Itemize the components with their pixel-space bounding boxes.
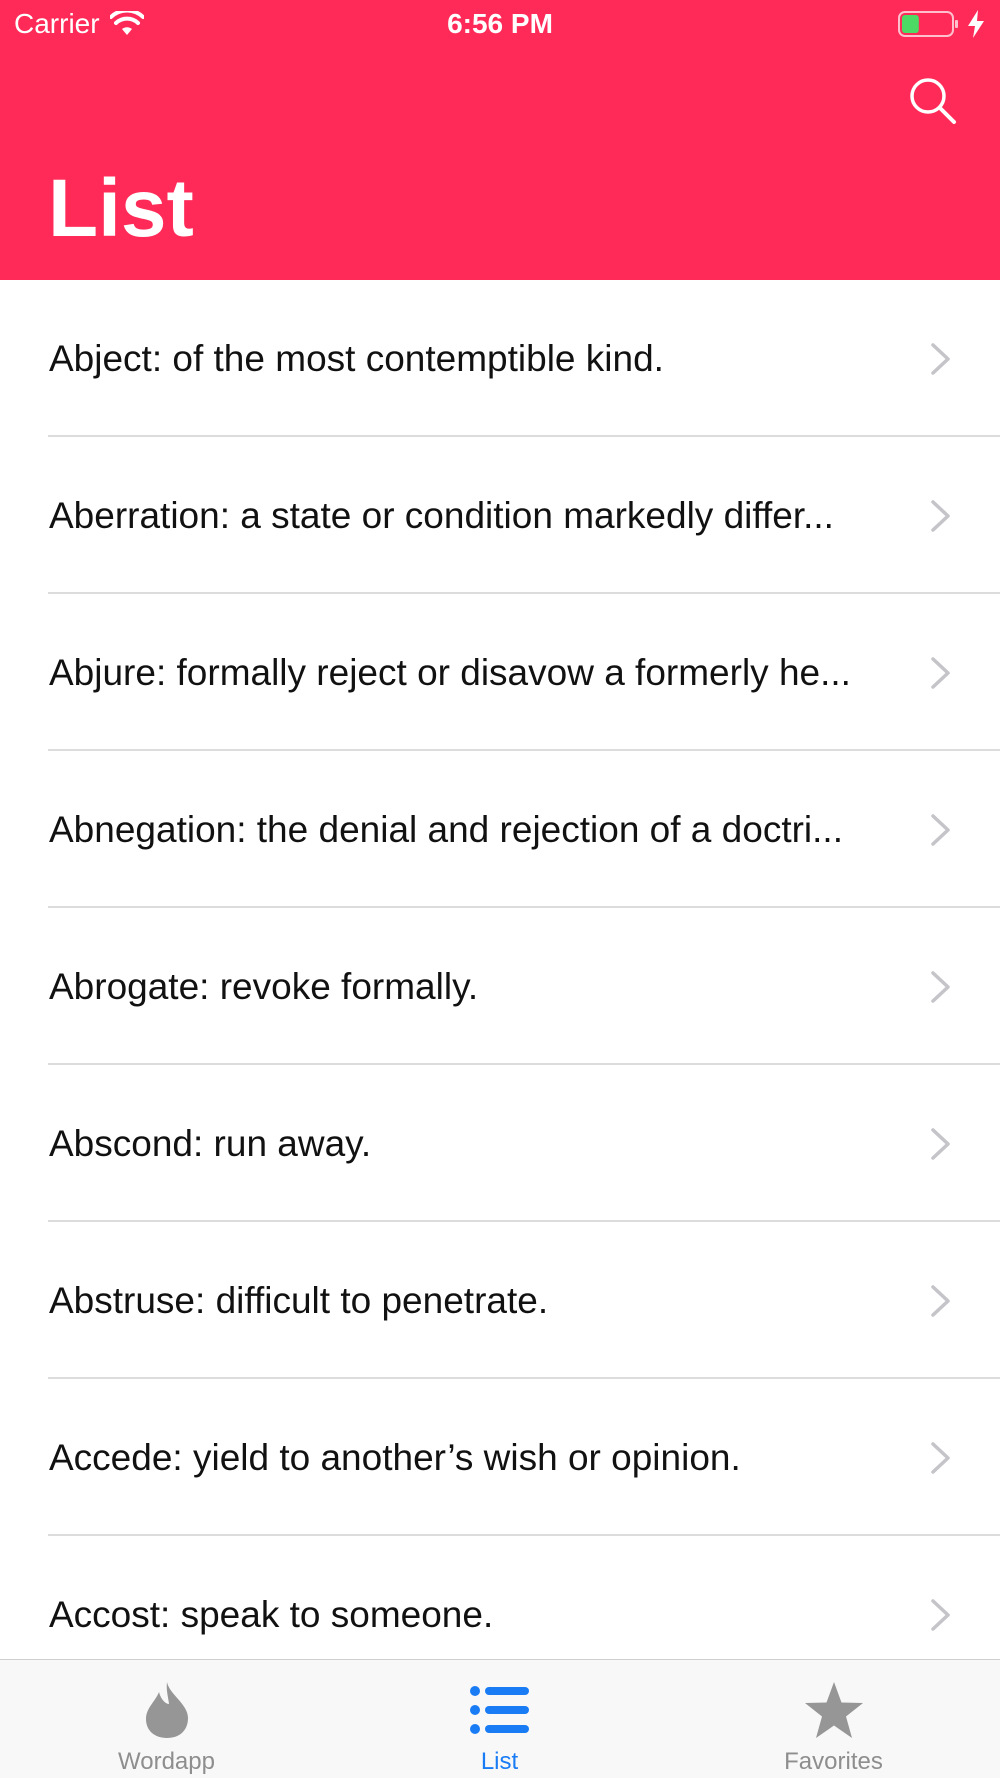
chevron-right-icon [931,1442,950,1474]
chevron-right-icon [931,1128,950,1160]
flame-icon [135,1678,199,1742]
page-title: List [48,163,194,254]
list-item[interactable]: Abscond: run away. [0,1065,1000,1222]
search-icon [910,78,956,124]
chevron-right-icon [931,1599,950,1631]
list-icon [468,1678,532,1742]
chevron-right-icon [931,343,950,375]
list-item-label: Accede: yield to another’s wish or opini… [49,1436,741,1478]
list-item-label: Abstruse: difficult to penetrate. [49,1279,549,1321]
list-item-label: Abscond: run away. [49,1122,372,1164]
status-bar: Carrier 6:56 PM [0,0,1000,50]
battery-icon [898,11,958,37]
battery-indicator [898,10,986,38]
tab-favorites[interactable]: Favorites [667,1660,1000,1778]
tab-bar: Wordapp List Favorites [0,1659,1000,1778]
tab-label: Favorites [784,1748,883,1775]
chevron-right-icon [931,1285,950,1317]
chevron-right-icon [931,500,950,532]
list-item-label: Aberration: a state or condition markedl… [49,494,834,536]
search-button[interactable] [908,76,958,126]
charging-bolt-icon [968,10,984,38]
tab-label: List [480,1748,519,1775]
tab-list[interactable]: List [333,1660,666,1778]
status-time: 6:56 PM [447,8,553,39]
list-item[interactable]: Accede: yield to another’s wish or opini… [0,1379,1000,1536]
list-item[interactable]: Abrogate: revoke formally. [0,908,1000,1065]
list-item[interactable]: Aberration: a state or condition markedl… [0,437,1000,594]
list-item-label: Abrogate: revoke formally. [49,965,479,1007]
word-list: Abject: of the most contemptible kind. A… [0,280,1000,1660]
list-item-label: Accost: speak to someone. [49,1593,494,1635]
list-item-label: Abject: of the most contemptible kind. [49,337,664,379]
tab-wordapp[interactable]: Wordapp [0,1660,333,1778]
list-item[interactable]: Abjure: formally reject or disavow a for… [0,594,1000,751]
tab-label: Wordapp [118,1748,215,1775]
star-icon [802,1678,866,1742]
list-item[interactable]: Abject: of the most contemptible kind. [0,280,1000,437]
chevron-right-icon [931,814,950,846]
list-item[interactable]: Accost: speak to someone. [0,1536,1000,1660]
chevron-right-icon [931,657,950,689]
list-item-label: Abnegation: the denial and rejection of … [49,808,843,850]
list-item[interactable]: Abnegation: the denial and rejection of … [0,751,1000,908]
chevron-right-icon [931,971,950,1003]
list-item-label: Abjure: formally reject or disavow a for… [49,651,851,693]
navigation-header: Carrier 6:56 PM List [0,0,1000,280]
list-item[interactable]: Abstruse: difficult to penetrate. [0,1222,1000,1379]
